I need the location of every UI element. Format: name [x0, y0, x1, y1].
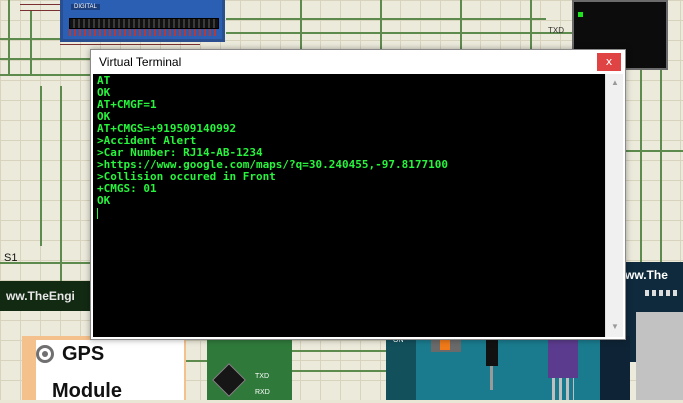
scroll-up-icon[interactable]: ▲ — [610, 78, 620, 88]
wire — [226, 18, 546, 20]
arduino-edge — [600, 336, 630, 400]
wire — [30, 10, 32, 76]
pin-row — [645, 290, 679, 296]
wire — [460, 0, 462, 50]
close-icon: x — [605, 55, 613, 68]
wire — [226, 32, 572, 34]
terminal-line: OK — [97, 194, 111, 207]
gps-module-title: GPS — [62, 343, 105, 365]
status-led — [578, 12, 583, 17]
wire — [292, 350, 386, 352]
wire — [0, 58, 92, 60]
wire — [186, 360, 207, 362]
gps-antenna-icon — [36, 345, 54, 363]
arduino-connector-pins — [552, 378, 574, 400]
arduino-header — [386, 336, 416, 400]
wire — [60, 86, 62, 281]
gsm-chip — [636, 312, 683, 400]
window-titlebar[interactable]: Virtual Terminal x — [91, 50, 625, 74]
lcd-pin-header — [69, 18, 219, 29]
close-button[interactable]: x — [597, 53, 621, 71]
vertical-scrollbar[interactable]: ▲ ▼ — [605, 74, 623, 337]
arduino-capacitor — [486, 336, 498, 366]
window-title: Virtual Terminal — [99, 55, 182, 69]
scroll-down-icon[interactable]: ▼ — [610, 322, 620, 332]
wire — [300, 0, 302, 50]
gsm-board — [207, 338, 292, 400]
wire — [640, 70, 642, 262]
lcd-module: DIGITAL — [60, 0, 225, 42]
wire — [292, 370, 386, 372]
arduino-connector — [548, 336, 578, 378]
gsm-board-rxd: RXD — [255, 389, 270, 396]
lcd-pin-strip — [69, 29, 217, 36]
wire — [40, 86, 42, 246]
wire — [0, 74, 92, 76]
wire — [530, 0, 532, 50]
virtual-terminal-window[interactable]: Virtual Terminal x AT OK AT+CMGF=1 OK AT… — [90, 49, 626, 340]
arduino-board — [386, 336, 616, 400]
wire — [660, 70, 662, 262]
arduino-pin — [490, 366, 493, 390]
terminal-cursor — [97, 208, 98, 219]
wire — [380, 0, 382, 50]
lcd-label: DIGITAL — [71, 4, 100, 10]
wire — [60, 44, 200, 45]
wire — [626, 150, 683, 152]
terminal-client-area: AT OK AT+CMGF=1 OK AT+CMGS=+919509140992… — [93, 74, 623, 337]
gsm-board-txd: TXD — [255, 373, 269, 380]
website-banner-left: ww.TheEngi — [0, 281, 90, 311]
wire — [20, 4, 60, 5]
txd-label: TXD — [548, 26, 564, 35]
terminal-output[interactable]: AT OK AT+CMGF=1 OK AT+CMGS=+919509140992… — [93, 74, 605, 337]
switch-label: S1 — [4, 252, 18, 264]
wire — [8, 0, 10, 75]
wire — [20, 10, 60, 11]
